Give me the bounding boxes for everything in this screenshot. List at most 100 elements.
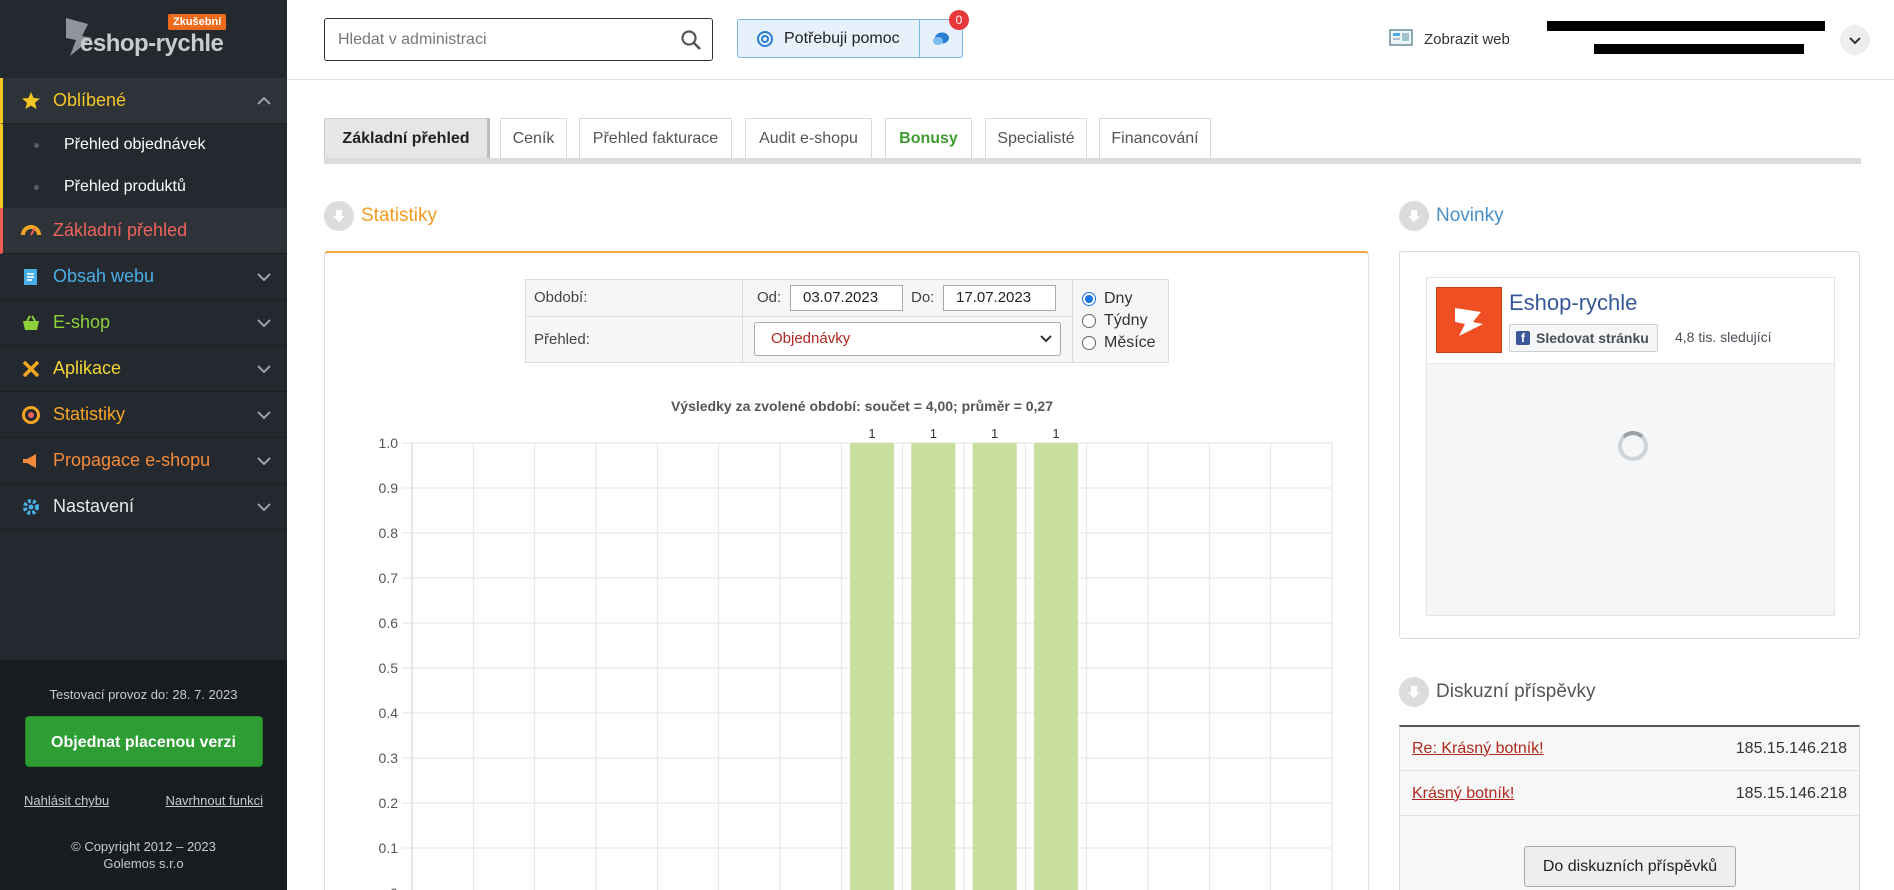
copyright-line: © Copyright 2012 – 2023 — [71, 839, 216, 854]
radio-label: Měsíce — [1104, 334, 1156, 351]
post-title-link[interactable]: Re: Krásný botník! — [1412, 740, 1544, 758]
facebook-widget: Eshop-rychle f Sledovat stránku 4,8 tis.… — [1426, 277, 1835, 616]
megaphone-icon — [20, 450, 42, 472]
sidebar-item-settings[interactable]: Nastavení — [0, 484, 287, 530]
user-menu-toggle[interactable] — [1840, 25, 1870, 55]
arrow-down-icon — [1399, 677, 1429, 707]
chevron-down-icon — [1849, 37, 1861, 45]
help-notification-badge: 0 — [949, 10, 969, 30]
radio-circle — [1082, 336, 1096, 350]
sidebar-item-label: Statistiky — [53, 404, 126, 424]
tab-basic-overview[interactable]: Základní přehled — [324, 118, 490, 158]
fb-follow-label: Sledovat stránku — [1536, 330, 1649, 346]
help-group: Potřebuji pomoc — [737, 19, 963, 58]
sidebar-item-label: Oblíbené — [53, 90, 127, 110]
fb-page-name[interactable]: Eshop-rychle — [1509, 290, 1637, 316]
filter-table: Období: Přehled: Od: 03.07.2023 Do: 17.0… — [525, 279, 1169, 363]
help-label: Potřebuji pomoc — [784, 29, 900, 47]
y-tick-label: 0.5 — [379, 660, 399, 676]
logo-text: eshop-rychle — [80, 30, 224, 57]
sidebar-item-apps[interactable]: Aplikace — [0, 346, 287, 392]
tab-audit[interactable]: Audit e-shopu — [745, 118, 872, 158]
date-to-input[interactable]: 17.07.2023 — [943, 285, 1056, 311]
chevron-down-icon — [257, 273, 271, 282]
list-item: Krásný botník! 185.15.146.218 — [1400, 772, 1859, 816]
tab-billing[interactable]: Přehled fakturace — [579, 118, 732, 158]
logo[interactable]: eshop-rychle Zkušební — [0, 0, 287, 78]
topbar: Potřebuji pomoc 0 Zobrazit web — [287, 0, 1894, 80]
overview-select[interactable]: Objednávky — [754, 322, 1061, 356]
search-icon[interactable] — [680, 29, 702, 51]
chevron-down-icon — [257, 319, 271, 328]
sidebar-item-promotion[interactable]: Propagace e-shopu — [0, 438, 287, 484]
page-logo[interactable] — [1436, 287, 1502, 353]
orders-bar-chart: Výsledky za zvolené období: součet = 4,0… — [379, 398, 1333, 890]
news-heading[interactable]: Novinky — [1399, 201, 1504, 231]
copyright: © Copyright 2012 – 2023 Golemos s.r.o — [0, 838, 287, 872]
lifebuoy-icon — [757, 30, 773, 47]
tab-specialists[interactable]: Specialisté — [985, 118, 1087, 158]
bar — [849, 443, 895, 890]
arrow-down-icon — [324, 201, 354, 231]
news-panel: Eshop-rychle f Sledovat stránku 4,8 tis.… — [1399, 251, 1860, 639]
loading-spinner-icon — [1618, 431, 1648, 461]
sidebar-subitem-orders[interactable]: Přehled objednávek — [3, 124, 287, 166]
sidebar-item-favorites[interactable]: Oblíbené — [0, 78, 287, 124]
fb-followers: 4,8 tis. sledující — [1675, 329, 1772, 345]
discussion-button[interactable]: Do diskuzních příspěvků — [1524, 846, 1736, 887]
star-icon — [20, 90, 42, 112]
tab-bonuses[interactable]: Bonusy — [885, 118, 972, 158]
search-input[interactable] — [325, 19, 665, 60]
y-tick-label: 0.9 — [379, 480, 399, 496]
chevron-up-icon — [257, 96, 271, 105]
redacted-user-line — [1547, 21, 1825, 31]
brand-logo-icon — [1455, 308, 1483, 336]
date-from-input[interactable]: 03.07.2023 — [790, 285, 903, 311]
section-title: Novinky — [1436, 205, 1504, 226]
help-button[interactable]: Potřebuji pomoc — [738, 20, 920, 57]
show-web-link[interactable]: Zobrazit web — [1389, 29, 1510, 49]
chart-circle-icon — [20, 404, 42, 426]
chevron-down-icon — [257, 503, 271, 512]
sidebar-subitem-products[interactable]: Přehled produktů — [3, 166, 287, 208]
sidebar-item-statistics[interactable]: Statistiky — [0, 392, 287, 438]
tab-pricing[interactable]: Ceník — [500, 118, 567, 158]
radio-days[interactable]: Dny — [1082, 290, 1132, 308]
period-label: Období: — [534, 289, 588, 306]
discussion-heading[interactable]: Diskuzní příspěvky — [1399, 677, 1595, 707]
search-box — [324, 18, 713, 61]
chat-icon — [933, 32, 949, 45]
sidebar-item-eshop[interactable]: E-shop — [0, 300, 287, 346]
document-icon — [20, 266, 42, 288]
tab-financing[interactable]: Financování — [1099, 118, 1211, 158]
post-title-link[interactable]: Krásný botník! — [1412, 785, 1514, 803]
bar-value-label: 1 — [1052, 426, 1059, 441]
redacted-user-line — [1594, 44, 1804, 54]
chevron-down-icon — [257, 457, 271, 466]
sidebar: eshop-rychle Zkušební Oblíbené Přehled o… — [0, 0, 287, 890]
radio-weeks[interactable]: Týdny — [1082, 312, 1148, 330]
from-label: Od: — [757, 289, 782, 306]
statistics-heading[interactable]: Statistiky — [324, 201, 437, 231]
trial-info: Testovací provoz do: 28. 7. 2023 — [49, 687, 238, 702]
radio-months[interactable]: Měsíce — [1082, 334, 1156, 352]
bar — [1033, 443, 1079, 890]
bar — [972, 443, 1017, 890]
y-tick-label: 0.7 — [379, 570, 399, 586]
report-bug-link[interactable]: Nahlásit chybu — [24, 793, 109, 808]
sidebar-item-web-content[interactable]: Obsah webu — [0, 254, 287, 300]
suggest-feature-link[interactable]: Navrhnout funkci — [165, 793, 263, 808]
sidebar-item-label: Obsah webu — [53, 266, 155, 286]
tab-bar: Základní přehled Ceník Přehled fakturace… — [324, 118, 1861, 164]
sidebar-item-label: Nastavení — [53, 496, 135, 516]
y-tick-label: 1.0 — [379, 435, 399, 451]
overview-selected: Objednávky — [771, 330, 851, 347]
y-tick-label: 0.2 — [379, 795, 399, 811]
post-ip: 185.15.146.218 — [1735, 784, 1847, 802]
chevron-down-icon — [1040, 335, 1052, 343]
sidebar-item-overview[interactable]: Základní přehled — [0, 208, 287, 254]
discussion-panel: Re: Krásný botník! 185.15.146.218 Krásný… — [1399, 725, 1860, 890]
sidebar-item-label: Základní přehled — [53, 220, 188, 240]
order-paid-version-button[interactable]: Objednat placenou verzi — [24, 716, 263, 767]
fb-follow-button[interactable]: f Sledovat stránku — [1509, 324, 1658, 352]
